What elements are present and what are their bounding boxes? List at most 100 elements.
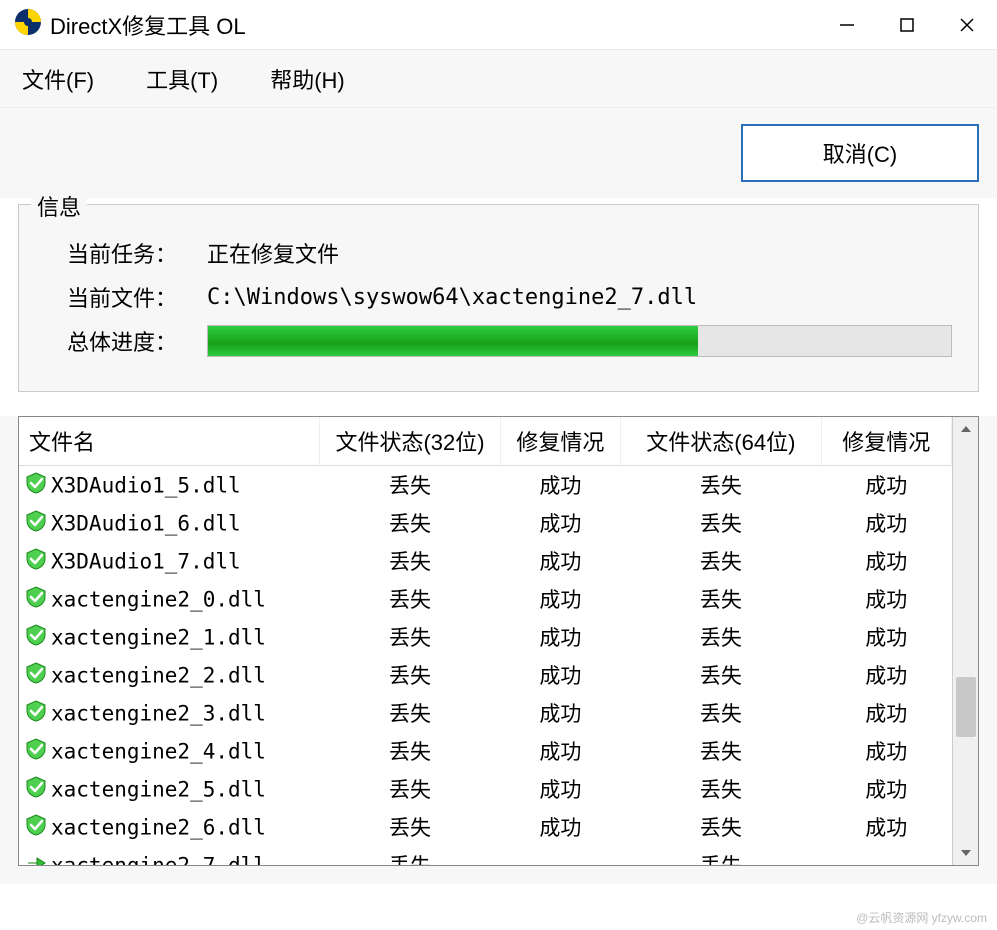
file-name: xactengine2_3.dll	[51, 701, 266, 725]
watermark: @云帆资源网 yfzyw.com	[856, 909, 987, 926]
cell-state32: 丢失	[320, 770, 500, 808]
table-row[interactable]: xactengine2_1.dll丢失成功丢失成功	[19, 618, 952, 656]
cell-state32: 丢失	[320, 618, 500, 656]
cell-state64: 丢失	[621, 732, 822, 770]
file-table: 文件名 文件状态(32位) 修复情况 文件状态(64位) 修复情况 X3DAud…	[18, 416, 979, 866]
cancel-button[interactable]: 取消(C)	[741, 124, 979, 182]
cell-state64: 丢失	[621, 694, 822, 732]
cell-fix32: 成功	[500, 694, 620, 732]
file-name: xactengine2_6.dll	[51, 815, 266, 839]
menu-file[interactable]: 文件(F)	[22, 63, 94, 95]
table-row[interactable]: xactengine2_4.dll丢失成功丢失成功	[19, 732, 952, 770]
check-shield-icon	[25, 776, 47, 803]
col-fix32[interactable]: 修复情况	[500, 417, 620, 466]
file-name: X3DAudio1_5.dll	[51, 473, 241, 497]
cell-state32: 丢失	[320, 694, 500, 732]
file-name: xactengine2_2.dll	[51, 663, 266, 687]
table-row[interactable]: xactengine2_5.dll丢失成功丢失成功	[19, 770, 952, 808]
cell-fix64: 成功	[821, 466, 951, 505]
col-filename[interactable]: 文件名	[19, 417, 320, 466]
menu-bar: 文件(F) 工具(T) 帮助(H)	[0, 50, 997, 108]
table-row[interactable]: X3DAudio1_6.dll丢失成功丢失成功	[19, 504, 952, 542]
progress-label: 总体进度：	[67, 325, 207, 357]
cell-state32: 丢失	[320, 656, 500, 694]
table-row[interactable]: xactengine2_7.dll 丢失 丢失	[19, 846, 952, 865]
cell-fix64: 成功	[821, 808, 951, 846]
col-state32[interactable]: 文件状态(32位)	[320, 417, 500, 466]
check-shield-icon	[25, 814, 47, 841]
cell-fix32: 成功	[500, 808, 620, 846]
table-row[interactable]: xactengine2_6.dll丢失成功丢失成功	[19, 808, 952, 846]
col-state64[interactable]: 文件状态(64位)	[621, 417, 822, 466]
task-label: 当前任务：	[67, 237, 207, 269]
cell-state32: 丢失	[320, 808, 500, 846]
cell-fix32: 成功	[500, 580, 620, 618]
scroll-down-arrow[interactable]	[953, 841, 979, 865]
check-shield-icon	[25, 700, 47, 727]
file-name: xactengine2_5.dll	[51, 777, 266, 801]
cell-fix32: 成功	[500, 656, 620, 694]
col-fix64[interactable]: 修复情况	[821, 417, 951, 466]
check-shield-icon	[25, 624, 47, 651]
cell-fix32: 成功	[500, 770, 620, 808]
cell-state32: 丢失	[320, 846, 500, 865]
app-icon	[14, 8, 42, 42]
cell-state64: 丢失	[621, 656, 822, 694]
cell-fix64: 成功	[821, 542, 951, 580]
check-shield-icon	[25, 510, 47, 537]
cell-fix32: 成功	[500, 504, 620, 542]
cell-state32: 丢失	[320, 542, 500, 580]
check-shield-icon	[25, 548, 47, 575]
cell-state64: 丢失	[621, 580, 822, 618]
info-group: 信息 当前任务： 正在修复文件 当前文件： C:\Windows\syswow6…	[18, 204, 979, 392]
file-name: xactengine2_4.dll	[51, 739, 266, 763]
cell-fix64: 成功	[821, 580, 951, 618]
cell-state64: 丢失	[621, 846, 822, 865]
file-label: 当前文件：	[67, 281, 207, 313]
check-shield-icon	[25, 472, 47, 499]
cell-fix32	[500, 846, 620, 865]
menu-tools[interactable]: 工具(T)	[146, 63, 218, 95]
window-title: DirectX修复工具 OL	[50, 9, 817, 41]
scroll-thumb[interactable]	[956, 677, 976, 737]
title-bar: DirectX修复工具 OL	[0, 0, 997, 50]
cell-fix32: 成功	[500, 618, 620, 656]
cell-fix32: 成功	[500, 466, 620, 505]
task-value: 正在修复文件	[207, 237, 339, 269]
cell-state32: 丢失	[320, 732, 500, 770]
file-name: xactengine2_0.dll	[51, 587, 266, 611]
close-button[interactable]	[937, 0, 997, 50]
cell-state64: 丢失	[621, 770, 822, 808]
table-row[interactable]: X3DAudio1_7.dll丢失成功丢失成功	[19, 542, 952, 580]
cell-state32: 丢失	[320, 580, 500, 618]
table-row[interactable]: X3DAudio1_5.dll丢失成功丢失成功	[19, 466, 952, 505]
check-shield-icon	[25, 586, 47, 613]
check-shield-icon	[25, 662, 47, 689]
cell-fix64: 成功	[821, 504, 951, 542]
table-row[interactable]: xactengine2_3.dll丢失成功丢失成功	[19, 694, 952, 732]
menu-help[interactable]: 帮助(H)	[270, 63, 345, 95]
vertical-scrollbar[interactable]	[952, 417, 978, 865]
cell-state64: 丢失	[621, 542, 822, 580]
cell-state64: 丢失	[621, 466, 822, 505]
cell-state32: 丢失	[320, 466, 500, 505]
maximize-button[interactable]	[877, 0, 937, 50]
file-name: xactengine2_7.dll	[51, 853, 266, 865]
arrow-right-icon	[25, 852, 47, 866]
cell-fix64: 成功	[821, 770, 951, 808]
cell-state32: 丢失	[320, 504, 500, 542]
info-legend: 信息	[31, 190, 87, 222]
table-row[interactable]: xactengine2_2.dll丢失成功丢失成功	[19, 656, 952, 694]
cell-fix64: 成功	[821, 618, 951, 656]
minimize-button[interactable]	[817, 0, 877, 50]
action-bar: 取消(C)	[0, 108, 997, 198]
scroll-up-arrow[interactable]	[953, 417, 979, 441]
file-name: X3DAudio1_6.dll	[51, 511, 241, 535]
cell-fix64: 成功	[821, 656, 951, 694]
cell-state64: 丢失	[621, 808, 822, 846]
check-shield-icon	[25, 738, 47, 765]
table-row[interactable]: xactengine2_0.dll丢失成功丢失成功	[19, 580, 952, 618]
cell-fix64: 成功	[821, 732, 951, 770]
cell-fix32: 成功	[500, 732, 620, 770]
cell-fix32: 成功	[500, 542, 620, 580]
